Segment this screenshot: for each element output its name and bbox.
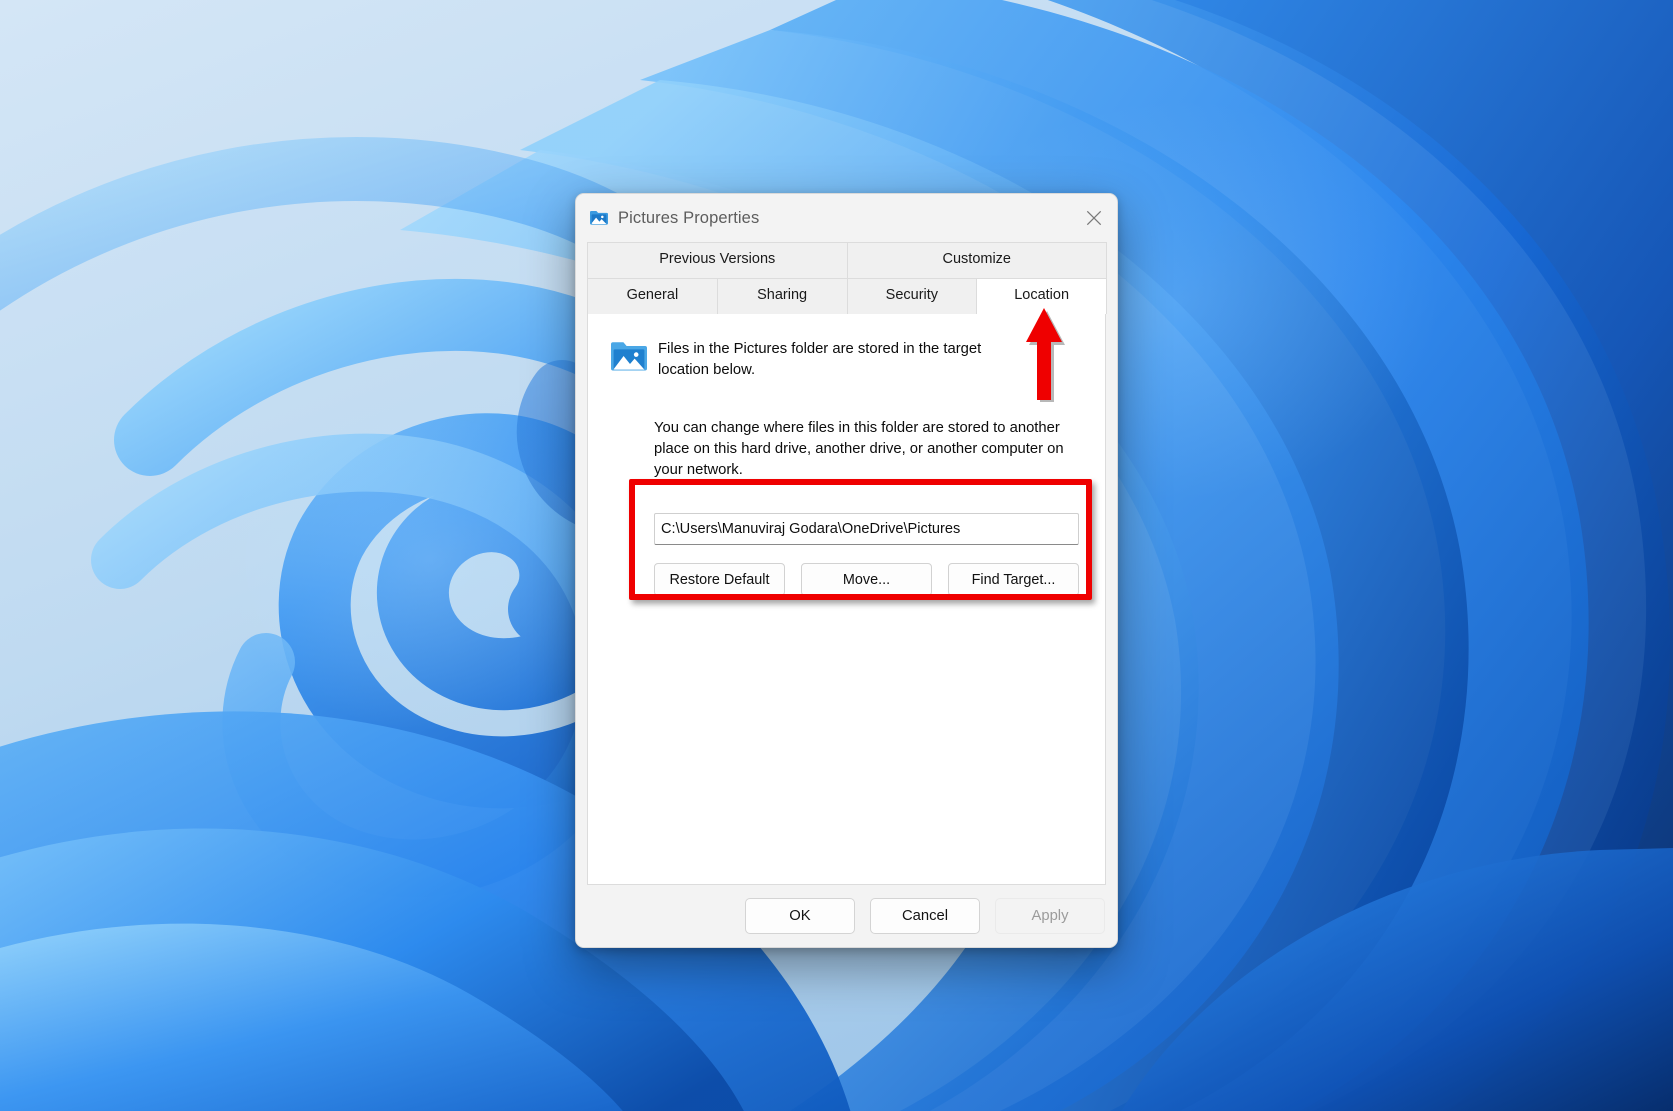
location-tab-page: Files in the Pictures folder are stored … [587,314,1106,885]
desktop: Pictures Properties Previous Versions Cu… [0,0,1673,1111]
tab-row-top: Previous Versions Customize [587,242,1107,278]
pictures-folder-icon [590,211,608,225]
tab-general[interactable]: General [587,277,718,315]
tab-row-bottom: General Sharing Security Location [587,277,1107,315]
tab-security[interactable]: Security [846,277,978,315]
find-target-button[interactable]: Find Target... [948,563,1079,597]
location-group: Restore Default Move... Find Target... [654,513,1079,597]
apply-button: Apply [995,898,1105,934]
location-header: Files in the Pictures folder are stored … [588,314,1105,381]
dialog-title: Pictures Properties [618,208,760,227]
pictures-folder-icon [611,342,647,371]
tab-customize[interactable]: Customize [846,242,1107,278]
dialog-footer: OK Cancel Apply [576,885,1117,947]
tab-sharing[interactable]: Sharing [716,277,848,315]
cancel-button[interactable]: Cancel [870,898,980,934]
restore-default-button[interactable]: Restore Default [654,563,785,597]
location-header-text: Files in the Pictures folder are stored … [658,341,982,379]
pictures-properties-dialog: Pictures Properties Previous Versions Cu… [575,193,1118,948]
dialog-titlebar[interactable]: Pictures Properties [576,194,1117,242]
tab-strip: Previous Versions Customize General Shar… [587,242,1107,315]
tab-previous-versions[interactable]: Previous Versions [587,242,848,278]
location-description-text: You can change where files in this folde… [654,420,1064,479]
ok-button[interactable]: OK [745,898,855,934]
location-buttons-row: Restore Default Move... Find Target... [654,563,1079,597]
move-button[interactable]: Move... [801,563,932,597]
close-icon[interactable] [1070,194,1117,242]
folder-path-input[interactable] [654,513,1079,546]
tab-location[interactable]: Location [976,277,1107,315]
